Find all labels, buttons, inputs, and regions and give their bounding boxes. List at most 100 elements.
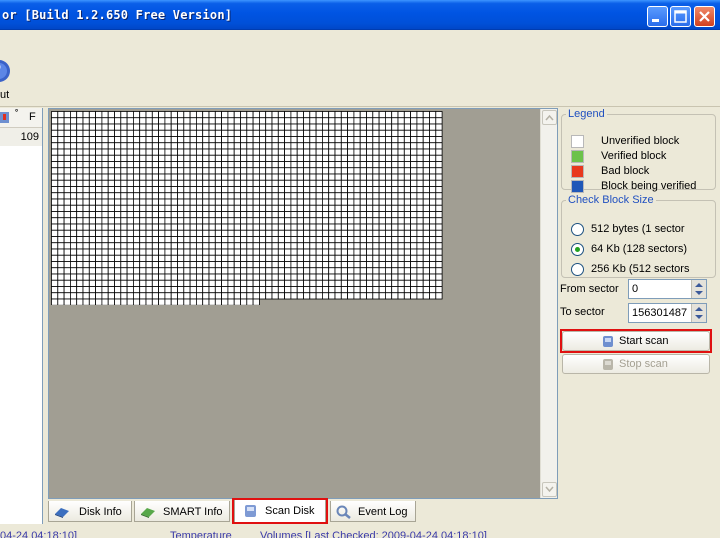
from-sector-spin-buttons[interactable]	[691, 280, 706, 298]
tab-smart-info[interactable]: SMART Info	[134, 501, 230, 522]
block-cell	[397, 167, 405, 175]
block-cell	[214, 129, 223, 137]
radio-256-kb[interactable]: 256 Kb (512 sectors	[571, 263, 716, 277]
block-cell	[95, 248, 103, 256]
block-cell	[340, 279, 348, 287]
block-cell	[133, 229, 141, 237]
block-cell	[101, 117, 109, 125]
from-sector-stepper[interactable]: 0	[628, 279, 707, 299]
block-cell	[271, 186, 279, 194]
block-cell	[114, 161, 122, 169]
scan-map-scrollbar[interactable]	[540, 109, 557, 498]
block-cell	[114, 123, 122, 131]
block-cell	[246, 173, 254, 181]
tab-disk-info[interactable]: Disk Info	[48, 501, 132, 522]
start-scan-button[interactable]: Start scan	[562, 331, 710, 351]
radio-512-bytes[interactable]: 512 bytes (1 sector	[571, 223, 716, 237]
block-cell	[82, 204, 90, 212]
block-cell	[290, 211, 298, 219]
tab-event-log[interactable]: Event Log	[330, 501, 416, 522]
block-cell	[139, 229, 147, 237]
block-cell	[435, 198, 443, 206]
block-cell	[429, 273, 437, 281]
block-cell	[309, 154, 317, 162]
to-sector-value[interactable]: 156301487	[632, 307, 687, 319]
block-cell	[120, 261, 128, 269]
scroll-down-button[interactable]	[542, 482, 557, 497]
block-cell	[114, 236, 122, 244]
block-cell	[107, 117, 115, 125]
block-cell	[139, 198, 147, 206]
block-cell	[347, 267, 355, 275]
close-button[interactable]	[694, 6, 715, 27]
to-sector-stepper[interactable]: 156301487	[628, 303, 707, 323]
block-cell	[158, 267, 166, 275]
block-cell	[227, 198, 235, 206]
block-cell	[95, 186, 103, 194]
block-cell	[271, 161, 279, 169]
block-cell	[82, 117, 90, 125]
block-cell	[372, 204, 380, 212]
block-cell	[435, 254, 443, 262]
block-cell	[151, 154, 160, 162]
toolbar-button-label[interactable]: ut	[0, 89, 9, 101]
block-cell	[202, 286, 210, 294]
minimize-icon	[652, 19, 659, 22]
block-cell	[403, 254, 411, 262]
block-cell	[321, 292, 330, 300]
status-temperature: Temperature	[170, 530, 232, 538]
block-cell	[208, 204, 216, 212]
block-cell	[403, 167, 411, 175]
block-cell	[133, 123, 141, 131]
maximize-button[interactable]	[670, 6, 691, 27]
block-cell	[321, 173, 330, 181]
radio-button-selected[interactable]	[571, 243, 584, 256]
radio-button[interactable]	[571, 263, 584, 276]
block-cell	[315, 292, 323, 300]
from-sector-value[interactable]: 0	[632, 283, 638, 295]
block-cell	[296, 242, 304, 250]
block-cell	[183, 236, 191, 244]
block-cell	[69, 179, 78, 187]
globe-icon[interactable]	[0, 57, 10, 85]
block-cell	[177, 148, 185, 156]
block-cell	[347, 204, 355, 212]
block-cell	[284, 167, 292, 175]
scroll-up-button[interactable]	[542, 110, 557, 125]
block-cell	[366, 142, 374, 150]
block-cell	[88, 136, 96, 144]
block-cell	[309, 111, 317, 119]
block-cell	[347, 117, 355, 125]
block-cell	[258, 211, 267, 219]
block-cell	[189, 298, 197, 305]
block-cell	[57, 286, 65, 294]
disk-row[interactable]: 109	[0, 128, 42, 146]
block-cell	[258, 223, 267, 231]
minimize-button[interactable]	[647, 6, 668, 27]
block-cell	[366, 148, 374, 156]
block-cell	[126, 161, 134, 169]
block-cell	[101, 129, 109, 137]
block-cell	[133, 148, 141, 156]
block-cell	[328, 217, 336, 225]
disk-list[interactable]: ˚ F 109	[0, 108, 43, 524]
to-sector-spin-buttons[interactable]	[691, 304, 706, 322]
block-cell	[366, 279, 374, 287]
block-cell	[240, 204, 248, 212]
radio-button[interactable]	[571, 223, 584, 236]
block-cell	[353, 161, 361, 169]
block-cell	[227, 111, 235, 119]
radio-64-kb[interactable]: 64 Kb (128 sectors)	[571, 243, 716, 257]
block-cell	[151, 286, 160, 294]
block-cell	[195, 123, 204, 131]
block-cell	[151, 236, 160, 244]
block-cell	[233, 286, 241, 294]
block-cell	[258, 204, 267, 212]
block-cell	[133, 279, 141, 287]
block-size-title: Check Block Size	[568, 194, 654, 206]
block-cell	[258, 117, 267, 125]
stop-scan-button[interactable]: Stop scan	[562, 354, 710, 374]
block-cell	[221, 236, 229, 244]
block-cell	[114, 192, 122, 200]
block-cell	[51, 254, 59, 262]
